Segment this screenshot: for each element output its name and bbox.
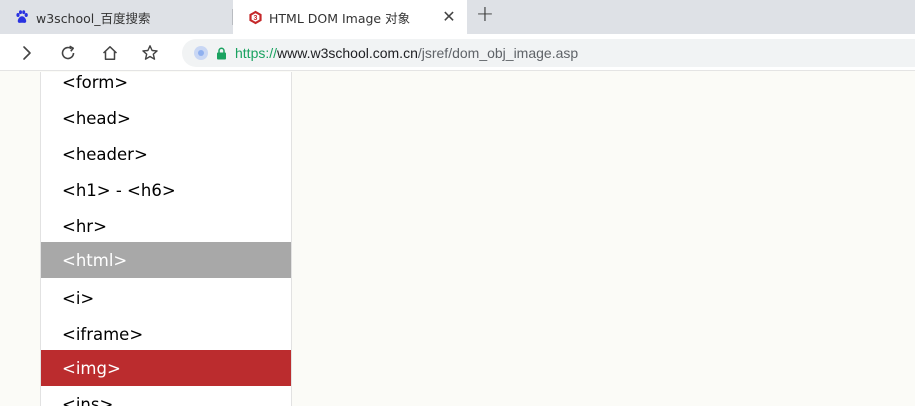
sidebar-item-img[interactable]: <img> <box>41 350 291 386</box>
sidebar-item-h1-h6[interactable]: <h1> - <h6> <box>41 172 291 208</box>
sidebar-item-html[interactable]: <html> <box>41 242 291 278</box>
svg-text:3: 3 <box>253 15 257 22</box>
home-icon[interactable] <box>97 40 123 66</box>
sidebar-item-ins[interactable]: <ins> <box>41 386 291 406</box>
reload-icon[interactable] <box>55 40 81 66</box>
sidebar-item-header[interactable]: <header> <box>41 136 291 172</box>
sidebar-item-hr[interactable]: <hr> <box>41 208 291 244</box>
baidu-paw-icon <box>14 9 30 25</box>
close-tab-icon[interactable]: ✕ <box>441 9 457 25</box>
url-path: /jsref/dom_obj_image.asp <box>417 45 579 61</box>
tab-title: w3school_百度搜索 <box>36 10 151 26</box>
url-text: https://www.w3school.com.cn/jsref/dom_ob… <box>235 45 578 61</box>
reference-sidebar: <form> <head> <header> <h1> - <h6> <hr> … <box>40 72 292 406</box>
w3school-logo-icon: 3 <box>247 9 263 25</box>
sidebar-item-i[interactable]: <i> <box>41 280 291 316</box>
tab-title: HTML DOM Image 对象 <box>269 10 411 26</box>
secure-lock-icon[interactable] <box>216 47 227 60</box>
sidebar-item-head[interactable]: <head> <box>41 100 291 136</box>
forward-icon[interactable] <box>14 40 40 66</box>
tab-html-dom-image[interactable]: 3 HTML DOM Image 对象 ✕ <box>233 0 467 34</box>
new-tab-icon[interactable]: + <box>474 4 496 27</box>
url-host: www.w3school.com.cn <box>277 45 418 61</box>
sidebar-item-form[interactable]: <form> <box>41 72 291 100</box>
browser-toolbar: https://www.w3school.com.cn/jsref/dom_ob… <box>0 34 915 71</box>
url-scheme: https:// <box>235 45 278 61</box>
tab-strip: w3school_百度搜索 3 HTML DOM Image 对象 ✕ + <box>0 0 915 34</box>
bookmark-star-icon[interactable] <box>137 40 163 66</box>
sidebar-item-iframe[interactable]: <iframe> <box>41 316 291 352</box>
site-info-icon[interactable] <box>194 46 208 60</box>
address-bar[interactable]: https://www.w3school.com.cn/jsref/dom_ob… <box>182 39 915 67</box>
page-viewport: <form> <head> <header> <h1> - <h6> <hr> … <box>0 72 915 406</box>
tab-baidu-search[interactable]: w3school_百度搜索 <box>0 0 233 34</box>
